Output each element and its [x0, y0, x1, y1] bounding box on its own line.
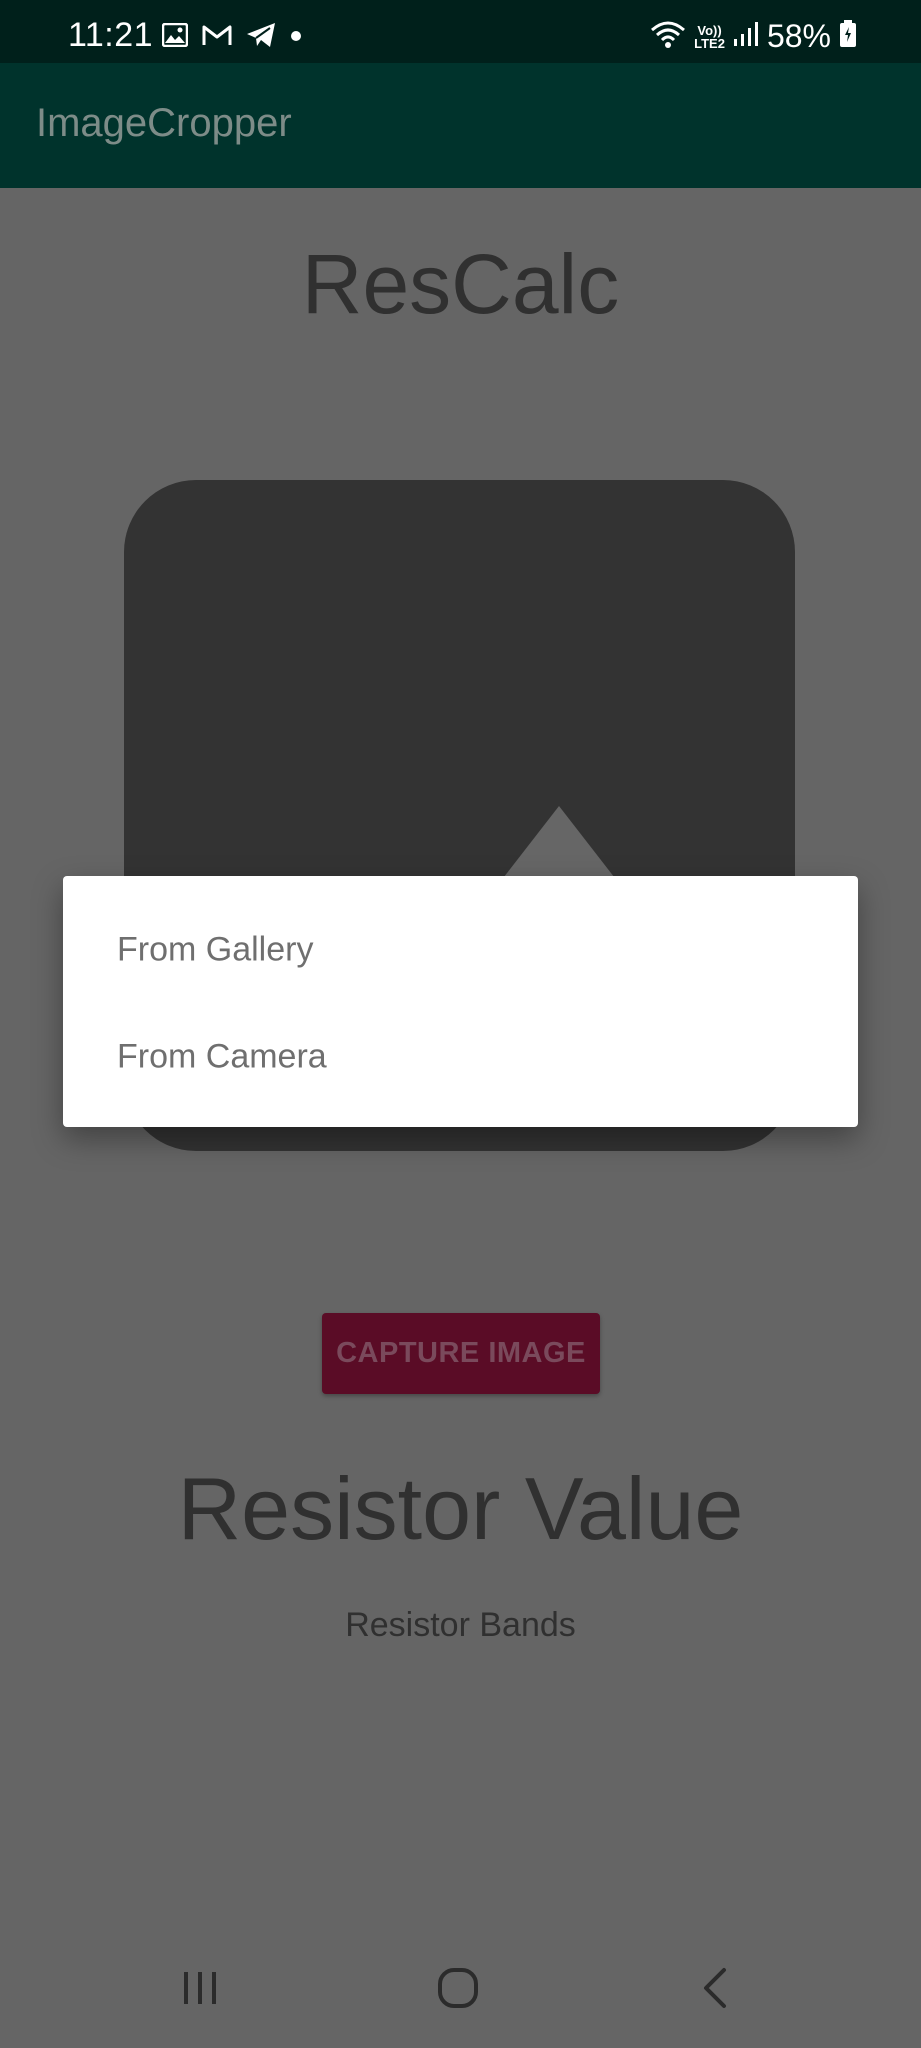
capture-image-button[interactable]: CAPTURE IMAGE	[322, 1313, 600, 1394]
resistor-value: Resistor Value	[177, 1459, 744, 1558]
home-icon[interactable]	[428, 1958, 488, 2018]
volte-icon: Vo)) LTE2	[694, 24, 725, 50]
back-icon[interactable]	[686, 1958, 746, 2018]
notification-icons	[161, 22, 302, 53]
image-source-dialog: From Gallery From Camera	[63, 876, 858, 1127]
status-bar: 11:21 Vo)) LTE2 58%	[0, 0, 921, 63]
recents-icon[interactable]	[170, 1958, 230, 2018]
volte-label-bottom: LTE2	[694, 35, 725, 51]
telegram-icon	[246, 22, 276, 53]
status-time: 11:21	[68, 16, 154, 54]
resistor-bands: Resistor Bands	[345, 1606, 576, 1644]
battery-icon	[839, 20, 857, 53]
gmail-icon	[202, 24, 232, 51]
dot-icon	[290, 29, 302, 47]
dialog-item-from-camera[interactable]: From Camera	[63, 1003, 858, 1110]
app-bar: ImageCropper	[0, 63, 921, 188]
volte-label-top: Vo))	[697, 22, 722, 38]
battery-percent: 58%	[766, 18, 831, 54]
dialog-item-from-gallery[interactable]: From Gallery	[63, 896, 858, 1003]
wifi-icon	[650, 20, 686, 53]
dialog-item-label: From Gallery	[117, 930, 314, 968]
app-title: ImageCropper	[36, 101, 292, 145]
gallery-icon	[161, 22, 189, 52]
navigation-bar	[0, 1928, 921, 2048]
dialog-item-label: From Camera	[117, 1037, 327, 1075]
system-icons: Vo)) LTE2 58%	[650, 18, 857, 55]
page-title: ResCalc	[301, 237, 620, 331]
signal-icon	[733, 21, 759, 52]
